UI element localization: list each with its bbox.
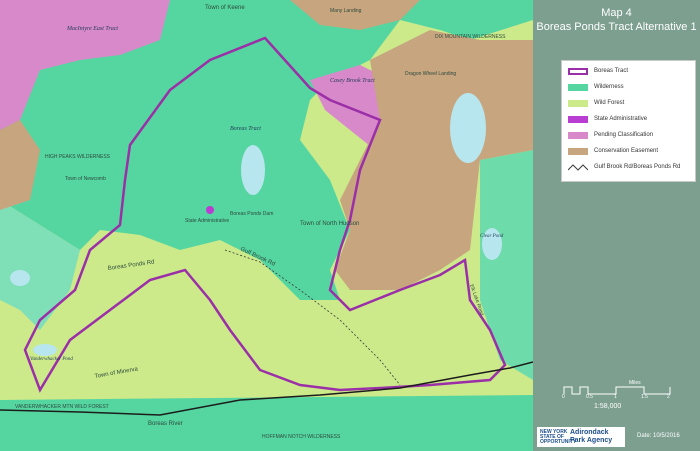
label-casey: Casey Brook Tract (330, 78, 375, 84)
scale-ratio: 1:58,000 (594, 403, 622, 410)
label-north-hudson: Town of North Hudson (300, 221, 359, 227)
label-dragon: Dragon Wheel Landing (405, 71, 456, 77)
legend-label: Boreas Tract (594, 68, 629, 74)
legend-swatch (568, 115, 588, 123)
legend-swatch (568, 131, 588, 139)
label-vanderwhacker: Vanderwhacker Pond (30, 357, 73, 362)
label-town-newcomb: Town of Newcomb (65, 176, 106, 182)
legend-label: State Administrative (594, 116, 648, 122)
legend-item-state-admin: State Administrative (568, 114, 647, 124)
legend-item-pending: Pending Classification (568, 130, 653, 140)
legend-item-easement: Conservation Easement (568, 146, 658, 156)
scale-tick: 0 (562, 394, 565, 400)
vanderwhacker-pond (33, 344, 57, 356)
legend-label: Pending Classification (594, 132, 654, 138)
nys-logo: NEW YORK STATE OF OPPORTUNITY (540, 428, 577, 445)
label-clear-pond: Clear Pond (480, 234, 504, 239)
map-title: Map 4 Boreas Ponds Tract Alternative 1 (533, 6, 700, 34)
label-boreas-river: Boreas River (148, 421, 183, 427)
scale-tick: 1.5 (641, 394, 648, 400)
label-many-landing: Many Landing (330, 8, 362, 14)
label-high-peaks: HIGH PEAKS WILDERNESS (45, 154, 111, 160)
state-admin-parcel (206, 206, 214, 214)
label-dix: DIX MOUNTAIN WILDERNESS (435, 34, 506, 40)
map-sidebar: Map 4 Boreas Ponds Tract Alternative 1 B… (533, 0, 700, 451)
legend-label: Wilderness (594, 84, 624, 90)
boreas-ponds (241, 145, 265, 195)
label-macintyre: MacIntyre East Tract (66, 26, 118, 32)
legend-swatch (568, 99, 588, 107)
map-date: Date: 10/5/2016 (637, 433, 680, 439)
label-hoffman: HOFFMAN NOTCH WILDERNESS (262, 434, 341, 440)
legend-swatch (568, 147, 588, 155)
legend-swatch (568, 67, 588, 75)
label-boreas-dam: Boreas Ponds Dam (230, 211, 273, 217)
legend-label: Wild Forest (594, 100, 625, 106)
scale-tick: 1 (614, 394, 617, 400)
scale-bar: Miles 0 0.5 1 1.5 2 1:58,000 (559, 378, 699, 414)
legend-item-road: Gulf Brook Rd/Boreas Ponds Rd (568, 162, 680, 172)
map-canvas: Town of Keene MacIntyre East Tract Many … (0, 0, 533, 451)
label-town-keene: Town of Keene (205, 5, 245, 11)
legend-item-wilderness: Wilderness (568, 82, 624, 92)
label-state-admin: State Administrative (185, 218, 229, 224)
legend-item-wild-forest: Wild Forest (568, 98, 624, 108)
elk-lake (450, 93, 486, 163)
label-vanderwhacker-mtn: VANDERWHACKER MTN WILD FOREST (15, 404, 109, 410)
legend-swatch (568, 163, 588, 171)
legend-item-boreas-tract: Boreas Tract (568, 66, 628, 76)
scale-tick: 0.5 (586, 394, 593, 400)
west-pond (10, 270, 30, 286)
scale-bar-graphic (563, 386, 671, 395)
clear-pond (482, 228, 502, 260)
legend-label: Conservation Easement (594, 148, 659, 154)
scale-tick: 2 (667, 394, 670, 400)
agency-logo: NEW YORK STATE OF OPPORTUNITY Adirondack… (537, 427, 625, 447)
map-figure: Town of Keene MacIntyre East Tract Many … (0, 0, 700, 451)
legend-label: Gulf Brook Rd/Boreas Ponds Rd (594, 164, 681, 170)
title-line-1: Map 4 (601, 7, 632, 19)
legend: Boreas Tract Wilderness Wild Forest Stat… (561, 60, 696, 182)
title-line-2: Boreas Ponds Tract Alternative 1 (536, 21, 697, 33)
agency-name: Adirondack Park Agency (570, 429, 613, 444)
label-boreas-tract: Boreas Tract (230, 126, 261, 132)
legend-swatch (568, 83, 588, 91)
